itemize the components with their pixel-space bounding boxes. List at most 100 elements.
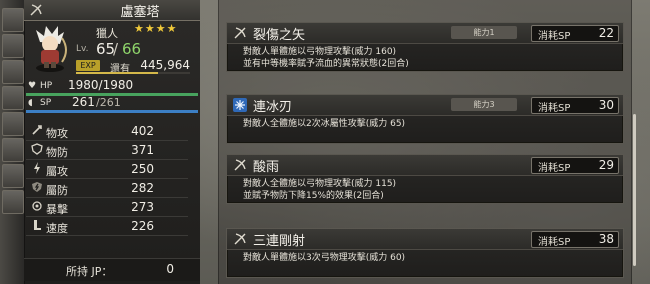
character-sprite: [36, 26, 67, 72]
skill-card-triple-shot[interactable]: 三連剛射 消耗SP 38 對敵人單體施以3次弓物理攻擊(威力 60): [226, 228, 624, 278]
stat-value: 371: [131, 143, 154, 157]
stat-label: 暴擊: [46, 203, 68, 216]
stat-label: 物防: [46, 146, 68, 159]
stat-row-physical-attack: 物攻 402: [26, 122, 188, 141]
skill-header: 連冰刃 能力3 消耗SP 30: [227, 95, 623, 116]
stat-row-elemental-defense: 屬防 282: [26, 179, 188, 198]
skill-card-laceration-arrow[interactable]: 裂傷之矢 能力1 消耗SP 22 對敵人單體施以弓物理攻擊(威力 160) 並有…: [226, 22, 624, 72]
stat-row-elemental-attack: 屬攻 250: [26, 160, 188, 179]
sp-bar: [26, 110, 198, 113]
bow-icon: [30, 4, 42, 16]
sp-cost-box: 消耗SP 22: [531, 25, 619, 42]
skill-header: 裂傷之矢 能力1 消耗SP 22: [227, 23, 623, 44]
skill-header: 三連剛射 消耗SP 38: [227, 229, 623, 250]
party-side-strip: [0, 0, 25, 284]
sp-row: ◖ SP 261 /261: [24, 95, 200, 113]
sp-drop-icon: ◖: [28, 98, 33, 108]
skill-desc-line: 並賦予物防下降15%的效果(2回合): [243, 191, 384, 201]
physical-attack-icon: [32, 125, 42, 135]
skill-desc-line: 對敵人全體施以弓物理攻擊(威力 115): [243, 179, 397, 189]
skill-header: 酸雨 消耗SP 29: [227, 155, 623, 176]
character-job: 獵人: [96, 27, 118, 40]
heart-icon: ♥: [28, 81, 37, 91]
stat-value: 250: [131, 162, 154, 176]
exp-badge: EXP: [76, 60, 100, 71]
jp-label: 所持 JP：: [66, 265, 113, 278]
sp-max: /261: [96, 96, 121, 109]
character-panel: 盧塞塔 獵人 ★★★★ Lv. 65 / 66 EXP 還有 445,964 ♥…: [0, 0, 200, 284]
stat-value: 282: [131, 181, 154, 195]
jp-row: 所持 JP： 0: [24, 258, 200, 281]
stat-value: 226: [131, 219, 154, 233]
skill-name: 酸雨: [253, 160, 280, 175]
stat-label: 速度: [46, 222, 68, 235]
cost-value: 38: [598, 232, 614, 246]
character-name-bar: 盧塞塔: [24, 0, 200, 21]
skill-desc-line: 對敵人單體施以3次弓物理攻擊(威力 60): [243, 253, 406, 263]
skill-desc-line: 並有中等機率賦予流血的異常狀態(2回合): [243, 59, 409, 69]
party-tab-3[interactable]: [2, 60, 24, 84]
party-tab-2[interactable]: [2, 34, 24, 58]
party-tab-1[interactable]: [2, 8, 24, 32]
stat-row-critical: 暴擊 273: [26, 198, 188, 217]
cost-label: 消耗SP: [538, 31, 571, 42]
sp-cost-box: 消耗SP 38: [531, 231, 619, 248]
level-label: Lv.: [76, 44, 89, 54]
stat-label: 屬防: [46, 184, 68, 197]
scrollbar[interactable]: [633, 114, 636, 266]
exp-remaining-value: 445,964: [140, 58, 190, 72]
party-tab-4[interactable]: [2, 86, 24, 110]
party-tab-8[interactable]: [2, 190, 24, 214]
sp-current: 261: [72, 95, 95, 109]
sp-bar-fill: [26, 110, 198, 113]
bow-icon: [234, 27, 246, 39]
sp-cost-box: 消耗SP 29: [531, 157, 619, 174]
skill-description: 對敵人全體施以弓物理攻擊(威力 115) 並賦予物防下降15%的效果(2回合): [243, 178, 396, 202]
bow-icon: [234, 233, 246, 245]
jp-value: 0: [166, 262, 174, 276]
party-tab-7[interactable]: [2, 164, 24, 188]
elemental-defense-icon: [32, 182, 42, 192]
skill-description: 對敵人單體施以3次弓物理攻擊(威力 60): [243, 252, 405, 264]
skill-desc-line: 對敵人單體施以弓物理攻擊(威力 160): [243, 47, 397, 57]
exp-bar-fill: [76, 72, 159, 74]
cost-value: 29: [598, 158, 614, 172]
stat-value: 273: [131, 200, 154, 214]
cost-value: 30: [598, 98, 614, 112]
cost-label: 消耗SP: [538, 103, 571, 114]
level-separator: /: [113, 40, 119, 58]
skill-desc-line: 對敵人全體施以2次冰屬性攻擊(威力 65): [243, 119, 406, 129]
skill-tag: 能力1: [451, 26, 517, 39]
stat-label: 屬攻: [46, 165, 68, 178]
skill-card-acid-rain[interactable]: 酸雨 消耗SP 29 對敵人全體施以弓物理攻擊(威力 115) 並賦予物防下降1…: [226, 154, 624, 204]
skill-name: 裂傷之矢: [253, 28, 306, 43]
level-max: 66: [122, 40, 142, 58]
critical-icon: [32, 201, 42, 211]
skill-list-area: 裂傷之矢 能力1 消耗SP 22 對敵人單體施以弓物理攻擊(威力 160) 並有…: [200, 0, 650, 284]
cost-label: 消耗SP: [538, 237, 571, 248]
physical-defense-icon: [31, 143, 43, 155]
skill-name: 連冰刃: [253, 100, 293, 115]
party-tab-6[interactable]: [2, 138, 24, 162]
hp-row: ♥ HP 1980/1980: [24, 78, 200, 96]
hp-label: HP: [40, 81, 53, 91]
ice-icon: [233, 98, 247, 112]
stat-label: 物攻: [46, 127, 68, 140]
skill-name: 三連剛射: [253, 234, 306, 249]
elemental-attack-icon: [34, 162, 40, 174]
skill-description: 對敵人全體施以2次冰屬性攻擊(威力 65): [243, 118, 405, 130]
hp-value: 1980/1980: [68, 78, 134, 92]
stat-row-physical-defense: 物防 371: [26, 141, 188, 160]
cost-value: 22: [598, 26, 614, 40]
skill-description: 對敵人單體施以弓物理攻擊(威力 160) 並有中等機率賦予流血的異常狀態(2回合…: [243, 46, 409, 70]
character-name: 盧塞塔: [120, 5, 160, 20]
speed-icon: [34, 220, 41, 230]
party-tab-5[interactable]: [2, 112, 24, 136]
stat-row-speed: 速度 226: [26, 217, 188, 236]
stat-value: 402: [131, 124, 154, 138]
bow-icon: [234, 159, 246, 171]
cost-label: 消耗SP: [538, 163, 571, 174]
skill-card-ice-blade[interactable]: 連冰刃 能力3 消耗SP 30 對敵人全體施以2次冰屬性攻擊(威力 65): [226, 94, 624, 144]
exp-bar: [76, 72, 190, 74]
sp-label: SP: [40, 98, 52, 108]
